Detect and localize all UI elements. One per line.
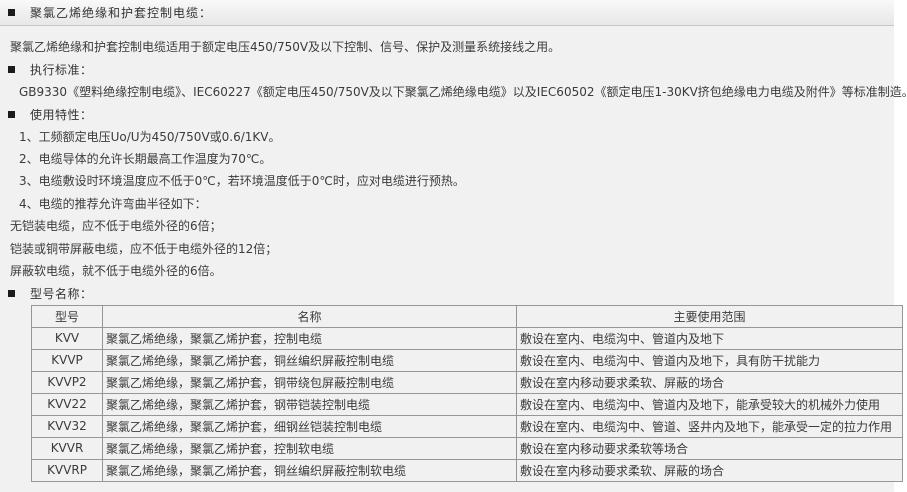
name-cell: 聚氯乙烯绝缘，聚氯乙烯护套，铜丝编织屏蔽控制电缆 <box>103 349 517 371</box>
feature-item-4: 4、电缆的推荐允许弯曲半径如下： <box>0 193 894 215</box>
standards-heading-label: 执行标准： <box>30 61 93 78</box>
col-header-name: 名称 <box>103 305 517 327</box>
bullet-square-icon <box>8 66 15 73</box>
bullet-square-icon <box>8 9 15 16</box>
feature-item-3: 3、电缆敷设时环境温度应不低于0℃，若环境温度低于0℃时，应对电缆进行预热。 <box>0 170 894 192</box>
features-heading-label: 使用特性： <box>30 106 93 123</box>
usage-cell: 敷设在室内移动要求柔软等场合 <box>517 437 903 459</box>
usage-cell: 敷设在室内移动要求柔软、屏蔽的场合 <box>517 371 903 393</box>
models-heading-label: 型号名称： <box>30 285 93 302</box>
section-title: 聚氯乙烯绝缘和护套控制电缆： <box>30 4 212 21</box>
model-cell: KVV32 <box>32 415 103 437</box>
table-row: KVVRP 聚氯乙烯绝缘，聚氯乙烯护套，铜丝编织屏蔽控制软电缆 敷设在室内移动要… <box>32 459 903 481</box>
table-row: KVV32 聚氯乙烯绝缘，聚氯乙烯护套，细钢丝铠装控制电缆 敷设在室内、电缆沟中… <box>32 415 903 437</box>
bend-rule-armored: 铠装或铜带屏蔽电缆，应不低于电缆外径的12倍； <box>0 238 894 260</box>
usage-cell: 敷设在室内、电缆沟中、管道内及地下，具有防干扰能力 <box>517 349 903 371</box>
bend-rule-unarmored: 无铠装电缆，应不低于电缆外径的6倍； <box>0 215 894 237</box>
usage-cell: 敷设在室内、电缆沟中、管道内及地下 <box>517 327 903 349</box>
model-cell: KVV22 <box>32 393 103 415</box>
table-row: KVV22 聚氯乙烯绝缘，聚氯乙烯护套，钢带铠装控制电缆 敷设在室内、电缆沟中、… <box>32 393 903 415</box>
bullet-square-icon <box>8 290 15 297</box>
table-row: KVVP2 聚氯乙烯绝缘，聚氯乙烯护套，铜带绕包屏蔽控制电缆 敷设在室内移动要求… <box>32 371 903 393</box>
bullet-square-icon <box>8 111 15 118</box>
section-header-bar: 聚氯乙烯绝缘和护套控制电缆： <box>0 0 894 26</box>
col-header-usage: 主要使用范围 <box>517 305 903 327</box>
product-detail-panel: 聚氯乙烯绝缘和护套控制电缆： 聚氯乙烯绝缘和护套控制电缆适用于额定电压450/7… <box>0 0 894 492</box>
model-table: 型号 名称 主要使用范围 KVV 聚氯乙烯绝缘，聚氯乙烯护套，控制电缆 敷设在室… <box>31 305 903 482</box>
table-row: KVVR 聚氯乙烯绝缘，聚氯乙烯护套，控制软电缆 敷设在室内移动要求柔软等场合 <box>32 437 903 459</box>
model-cell: KVV <box>32 327 103 349</box>
model-cell: KVVR <box>32 437 103 459</box>
col-header-model: 型号 <box>32 305 103 327</box>
table-row: KVV 聚氯乙烯绝缘，聚氯乙烯护套，控制电缆 敷设在室内、电缆沟中、管道内及地下 <box>32 327 903 349</box>
table-header-row: 型号 名称 主要使用范围 <box>32 305 903 327</box>
model-cell: KVVP2 <box>32 371 103 393</box>
name-cell: 聚氯乙烯绝缘，聚氯乙烯护套，细钢丝铠装控制电缆 <box>103 415 517 437</box>
model-cell: KVVP <box>32 349 103 371</box>
usage-cell: 敷设在室内移动要求柔软、屏蔽的场合 <box>517 459 903 481</box>
name-cell: 聚氯乙烯绝缘，聚氯乙烯护套，铜带绕包屏蔽控制电缆 <box>103 371 517 393</box>
standards-heading: 执行标准： <box>0 58 894 80</box>
name-cell: 聚氯乙烯绝缘，聚氯乙烯护套，控制软电缆 <box>103 437 517 459</box>
model-cell: KVVRP <box>32 459 103 481</box>
name-cell: 聚氯乙烯绝缘，聚氯乙烯护套，控制电缆 <box>103 327 517 349</box>
feature-item-2: 2、电缆导体的允许长期最高工作温度为70℃。 <box>0 148 894 170</box>
name-cell: 聚氯乙烯绝缘，聚氯乙烯护套，钢带铠装控制电缆 <box>103 393 517 415</box>
models-heading: 型号名称： <box>0 282 894 304</box>
standards-paragraph: GB9330《塑料绝缘控制电缆》、IEC60227《额定电压450/750V及以… <box>0 81 894 103</box>
table-row: KVVP 聚氯乙烯绝缘，聚氯乙烯护套，铜丝编织屏蔽控制电缆 敷设在室内、电缆沟中… <box>32 349 903 371</box>
usage-cell: 敷设在室内、电缆沟中、管道内及地下，能承受较大的机械外力使用 <box>517 393 903 415</box>
name-cell: 聚氯乙烯绝缘，聚氯乙烯护套，铜丝编织屏蔽控制软电缆 <box>103 459 517 481</box>
document-body: 聚氯乙烯绝缘和护套控制电缆适用于额定电压450/750V及以下控制、信号、保护及… <box>0 26 894 482</box>
feature-item-1: 1、工频额定电压Uo/U为450/750V或0.6/1KV。 <box>0 126 894 148</box>
intro-paragraph: 聚氯乙烯绝缘和护套控制电缆适用于额定电压450/750V及以下控制、信号、保护及… <box>0 36 894 58</box>
usage-cell: 敷设在室内、电缆沟中、管道、竖井内及地下，能承受一定的拉力作用 <box>517 415 903 437</box>
bend-rule-shielded-flex: 屏蔽软电缆，就不低于电缆外径的6倍。 <box>0 260 894 282</box>
features-heading: 使用特性： <box>0 103 894 125</box>
